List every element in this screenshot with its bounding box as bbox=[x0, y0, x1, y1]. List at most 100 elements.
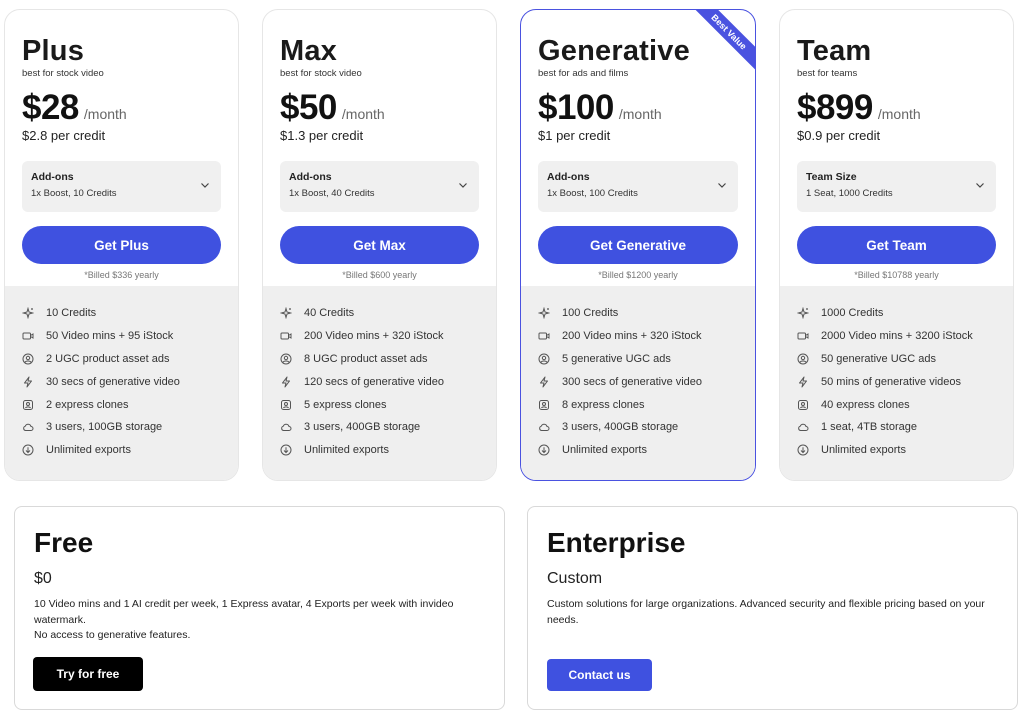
get-plus-button[interactable]: Get Plus bbox=[22, 226, 221, 264]
feature-item: 3 users, 100GB storage bbox=[22, 416, 221, 439]
addon-dropdown-value: 1x Boost, 40 Credits bbox=[289, 188, 375, 199]
price-row: $50/month bbox=[280, 88, 479, 128]
addon-dropdown-label: Add-ons bbox=[547, 171, 590, 183]
clone-icon bbox=[281, 399, 291, 410]
feature-item: 8 UGC product asset ads bbox=[280, 348, 479, 371]
addon-dropdown-value: 1x Boost, 100 Credits bbox=[547, 188, 638, 199]
enterprise-plan-price: Custom bbox=[547, 570, 603, 587]
plan-name: Team bbox=[797, 35, 872, 67]
feature-text: 100 Credits bbox=[562, 307, 619, 320]
feature-item: 50 generative UGC ads bbox=[797, 348, 996, 371]
get-generative-button[interactable]: Get Generative bbox=[538, 226, 738, 264]
feature-list: 10 Credits 50 Video mins + 95 iStock 2 UGC… bbox=[5, 286, 238, 480]
plan-price: $28 bbox=[22, 88, 79, 127]
plan-card-header: Plus best for stock video $28/month $2.8 pe… bbox=[5, 10, 238, 286]
get-max-button[interactable]: Get Max bbox=[280, 226, 479, 264]
feature-item: Unlimited exports bbox=[280, 439, 479, 462]
price-period: /month bbox=[341, 106, 385, 122]
addon-dropdown-value: 1 Seat, 1000 Credits bbox=[806, 188, 893, 199]
plan-price: $50 bbox=[280, 88, 337, 127]
try-for-free-button[interactable]: Try for free bbox=[33, 657, 143, 691]
feature-item: Unlimited exports bbox=[538, 439, 738, 462]
price-period: /month bbox=[618, 106, 662, 122]
feature-text: 5 generative UGC ads bbox=[562, 352, 671, 365]
sparkle-icon bbox=[538, 307, 550, 320]
chevron-down-icon bbox=[718, 183, 726, 188]
download-icon bbox=[797, 444, 809, 456]
feature-text: Unlimited exports bbox=[821, 444, 906, 457]
feature-list: 100 Credits 200 Video mins + 320 iStock 5 … bbox=[521, 286, 755, 480]
addon-dropdown[interactable]: Team Size 1 Seat, 1000 Credits bbox=[797, 161, 996, 212]
feature-text: 3 users, 400GB storage bbox=[562, 421, 679, 434]
feature-text: 2000 Video mins + 3200 iStock bbox=[821, 330, 973, 343]
clone-icon bbox=[798, 399, 808, 410]
feature-text: 3 users, 400GB storage bbox=[304, 421, 421, 434]
plan-card-header: Max best for stock video $50/month $1.3 per… bbox=[263, 10, 496, 286]
download-icon bbox=[280, 444, 292, 456]
download-icon bbox=[538, 444, 550, 456]
feature-item: 1 seat, 4TB storage bbox=[797, 416, 996, 439]
user-circle-icon bbox=[797, 353, 809, 365]
plan-card-header: Best Value Generative best for ads and fil… bbox=[521, 10, 755, 286]
plan-card-plus: Plus best for stock video $28/month $2.8 pe… bbox=[4, 9, 239, 481]
plan-price: $899 bbox=[797, 88, 873, 127]
addon-dropdown[interactable]: Add-ons 1x Boost, 10 Credits bbox=[22, 161, 221, 212]
feature-text: 50 generative UGC ads bbox=[821, 352, 936, 365]
feature-item: 2000 Video mins + 3200 iStock bbox=[797, 325, 996, 348]
get-team-button[interactable]: Get Team bbox=[797, 226, 996, 264]
billed-yearly-note: *Billed $1200 yearly bbox=[598, 270, 678, 280]
enterprise-plan-card: Enterprise Custom Custom solutions for l… bbox=[527, 506, 1018, 710]
addon-dropdown[interactable]: Add-ons 1x Boost, 100 Credits bbox=[538, 161, 738, 212]
feature-text: Unlimited exports bbox=[304, 444, 389, 457]
feature-text: 200 Video mins + 320 iStock bbox=[562, 330, 702, 343]
feature-text: 2 UGC product asset ads bbox=[46, 352, 170, 365]
feature-item: 2 express clones bbox=[22, 393, 221, 416]
video-icon bbox=[280, 332, 292, 340]
plan-name: Plus bbox=[22, 35, 85, 67]
feature-list: 40 Credits 200 Video mins + 320 iStock 8 U… bbox=[263, 286, 496, 480]
feature-item: 3 users, 400GB storage bbox=[280, 416, 479, 439]
lightning-icon bbox=[282, 376, 290, 388]
feature-item: 50 mins of generative videos bbox=[797, 370, 996, 393]
addon-dropdown-label: Team Size bbox=[806, 171, 857, 183]
feature-item: 2 UGC product asset ads bbox=[22, 348, 221, 371]
plan-card-max: Max best for stock video $50/month $1.3 per… bbox=[262, 9, 497, 481]
user-circle-icon bbox=[280, 353, 292, 365]
billed-yearly-note: *Billed $336 yearly bbox=[84, 270, 159, 280]
free-plan-description-line: No access to generative features. bbox=[34, 629, 191, 641]
sparkle-icon bbox=[22, 307, 34, 320]
per-credit-price: $0.9 per credit bbox=[797, 128, 881, 143]
feature-text: 40 express clones bbox=[821, 398, 910, 411]
lightning-icon bbox=[540, 376, 548, 388]
feature-item: 5 express clones bbox=[280, 393, 479, 416]
feature-item: 8 express clones bbox=[538, 393, 738, 416]
feature-text: 50 Video mins + 95 iStock bbox=[46, 330, 174, 343]
clone-icon bbox=[23, 399, 33, 410]
plan-price: $100 bbox=[538, 88, 614, 127]
addon-dropdown[interactable]: Add-ons 1x Boost, 40 Credits bbox=[280, 161, 479, 212]
per-credit-price: $1 per credit bbox=[538, 128, 611, 143]
free-plan-description-line: 10 Video mins and 1 AI credit per week, … bbox=[34, 598, 454, 626]
free-plan-card: Free $0 10 Video mins and 1 AI credit pe… bbox=[14, 506, 505, 710]
feature-text: 8 UGC product asset ads bbox=[304, 352, 428, 365]
billed-yearly-note: *Billed $10788 yearly bbox=[854, 270, 939, 280]
feature-text: 2 express clones bbox=[46, 398, 129, 411]
feature-text: Unlimited exports bbox=[562, 444, 647, 457]
feature-text: 50 mins of generative videos bbox=[821, 375, 962, 388]
feature-item: 40 Credits bbox=[280, 302, 479, 325]
best-value-ribbon: Best Value bbox=[685, 10, 755, 80]
lightning-icon bbox=[24, 376, 32, 388]
plan-card-header: Team best for teams $899/month $0.9 per cre… bbox=[780, 10, 1013, 286]
plan-tagline: best for teams bbox=[797, 68, 858, 79]
feature-item: 300 secs of generative video bbox=[538, 370, 738, 393]
contact-us-button[interactable]: Contact us bbox=[547, 659, 652, 691]
enterprise-plan-description: Custom solutions for large organizations… bbox=[547, 598, 985, 626]
feature-text: 1 seat, 4TB storage bbox=[821, 421, 917, 434]
price-period: /month bbox=[877, 106, 921, 122]
feature-text: Unlimited exports bbox=[46, 444, 131, 457]
addon-dropdown-label: Add-ons bbox=[31, 171, 74, 183]
user-circle-icon bbox=[22, 353, 34, 365]
chevron-down-icon bbox=[459, 183, 467, 188]
feature-list: 1000 Credits 2000 Video mins + 3200 iStoc… bbox=[780, 286, 1013, 480]
chevron-down-icon bbox=[976, 183, 984, 188]
